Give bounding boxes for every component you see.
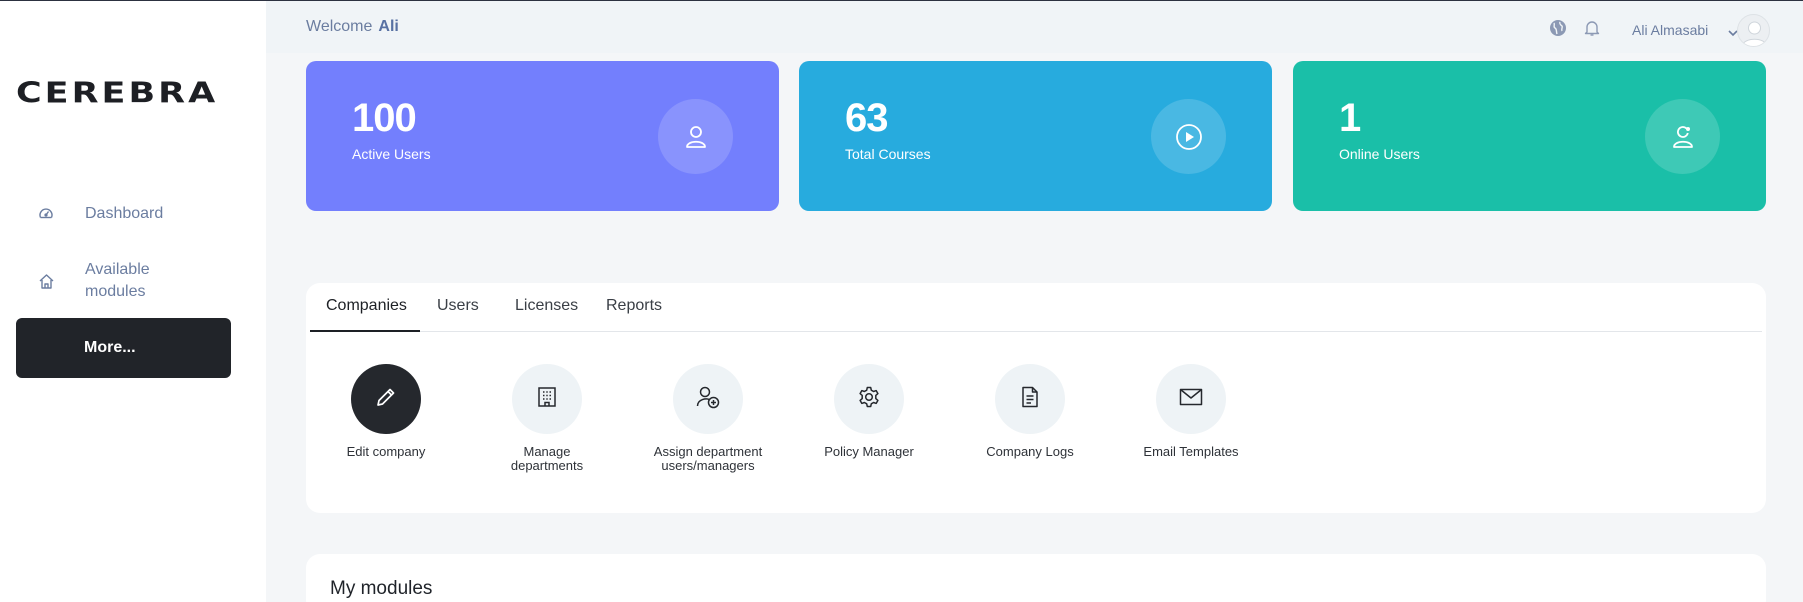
welcome-name: Ali [378,18,399,35]
tab-users[interactable]: Users [437,297,479,315]
document-icon [1018,385,1042,414]
tab-reports[interactable]: Reports [606,297,662,315]
user-add-icon [695,384,721,415]
envelope-icon [1178,384,1204,415]
bell-icon[interactable] [1583,19,1603,39]
user-icon [658,99,733,174]
welcome-message: Welcome Ali [306,18,399,36]
gear-icon [857,385,881,414]
tool-label-line2: users/managers [661,458,755,473]
stat-value: 1 [1339,96,1361,140]
sidebar-item-dashboard[interactable]: Dashboard [36,203,163,225]
speedometer-icon [36,204,56,224]
more-button[interactable]: More... [16,318,231,378]
sidebar-item-label: Available modules [85,261,150,300]
sidebar-item-label: Dashboard [85,205,164,222]
building-icon [535,385,559,414]
tab-companies[interactable]: Companies [326,297,407,315]
stat-value: 63 [845,96,888,140]
stat-card-total-courses: 63 Total Courses [799,61,1272,211]
companies-panel: Companies Users Licenses Reports Edit co… [306,283,1766,513]
edit-company-button[interactable]: Edit company [301,364,471,459]
assign-department-users-button[interactable]: Assign department users/managers [623,364,793,473]
email-templates-button[interactable]: Email Templates [1106,364,1276,459]
tab-licenses[interactable]: Licenses [515,297,578,315]
manage-departments-button[interactable]: Manage departments [462,364,632,473]
tool-label-line1: Assign department [653,444,763,459]
active-tab-indicator [310,330,420,332]
header: Welcome Ali Ali Almasabi [266,1,1803,53]
tool-label: Company Logs [986,444,1074,459]
welcome-prefix: Welcome [306,18,373,35]
tab-bar: Companies Users Licenses Reports [310,283,1762,332]
tool-label: Edit company [346,444,426,459]
stat-value: 100 [352,96,417,140]
stat-card-online-users: 1 Online Users [1293,61,1766,211]
avatar[interactable] [1737,14,1770,47]
tool-label-line2: departments [510,458,584,473]
stat-label: Active Users [352,146,431,162]
stat-card-active-users: 100 Active Users [306,61,779,211]
stat-label: Online Users [1339,146,1420,162]
home-icon [36,271,56,291]
user-menu-name[interactable]: Ali Almasabi [1632,22,1708,38]
pencil-icon [374,385,398,414]
tool-label: Email Templates [1143,444,1239,459]
company-logs-button[interactable]: Company Logs [945,364,1115,459]
tool-label: Policy Manager [824,444,914,459]
my-modules-panel: My modules [306,554,1766,602]
section-title: My modules [330,578,433,599]
tool-label-line1: Manage [523,444,571,459]
stat-label: Total Courses [845,146,931,162]
sidebar-item-available-modules[interactable]: Available modules [36,259,165,303]
play-icon [1151,99,1226,174]
logo: CEREBRA [16,77,219,110]
policy-manager-button[interactable]: Policy Manager [784,364,954,459]
globe-icon[interactable] [1549,19,1569,39]
user-online-icon [1645,99,1720,174]
sidebar: CEREBRA Dashboard Available modules More… [0,1,266,602]
